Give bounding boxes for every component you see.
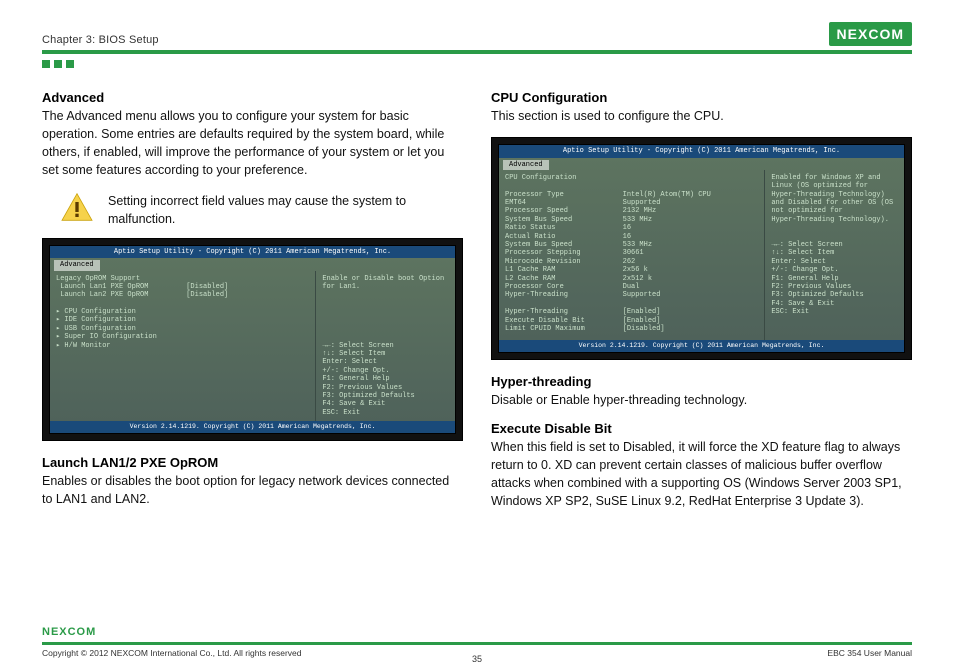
bios2-right-panel: Enabled for Windows XP and Linux (OS opt… — [765, 170, 904, 340]
chapter-label: Chapter 3: BIOS Setup — [42, 34, 159, 46]
main-content: Advanced The Advanced menu allows you to… — [42, 90, 912, 522]
header: Chapter 3: BIOS Setup NEXCOM — [42, 18, 912, 46]
decorative-squares — [42, 60, 912, 68]
footer-rule — [42, 642, 912, 645]
text-advanced: The Advanced menu allows you to configur… — [42, 107, 463, 180]
header-rule — [42, 50, 912, 54]
heading-launch-lan: Launch LAN1/2 PXE OpROM — [42, 455, 463, 470]
bios-screenshot-advanced: Aptio Setup Utility - Copyright (C) 2011… — [42, 238, 463, 441]
text-hyper-threading: Disable or Enable hyper-threading techno… — [491, 391, 912, 409]
bios1-right-panel: Enable or Disable boot Option for Lan1. … — [316, 271, 455, 422]
bios2-tab: Advanced — [503, 160, 549, 170]
heading-cpu-config: CPU Configuration — [491, 90, 912, 105]
bios2-title: Aptio Setup Utility - Copyright (C) 2011… — [499, 145, 904, 157]
left-column: Advanced The Advanced menu allows you to… — [42, 90, 463, 522]
text-execute-disable: When this field is set to Disabled, it w… — [491, 438, 912, 511]
bios2-left-panel: CPU Configuration Processor Type Intel(R… — [499, 170, 765, 340]
warning-text: Setting incorrect field values may cause… — [108, 192, 463, 228]
bios1-title: Aptio Setup Utility - Copyright (C) 2011… — [50, 246, 455, 258]
text-launch-lan: Enables or disables the boot option for … — [42, 472, 463, 508]
bios-screenshot-cpu: Aptio Setup Utility - Copyright (C) 2011… — [491, 137, 912, 360]
page-number: 35 — [42, 654, 912, 664]
page-footer: NEXCOM Copyright © 2012 NEXCOM Internati… — [42, 624, 912, 658]
bios1-footer: Version 2.14.1219. Copyright (C) 2011 Am… — [50, 421, 455, 433]
brand-logo: NEXCOM — [829, 22, 912, 46]
bios1-left-panel: Legacy OpROM Support Launch Lan1 PXE OpR… — [50, 271, 316, 422]
bios1-tab: Advanced — [54, 260, 100, 270]
heading-advanced: Advanced — [42, 90, 463, 105]
footer-logo: NEXCOM — [42, 624, 96, 640]
bios2-footer: Version 2.14.1219. Copyright (C) 2011 Am… — [499, 340, 904, 352]
text-cpu-config: This section is used to configure the CP… — [491, 107, 912, 125]
heading-execute-disable: Execute Disable Bit — [491, 421, 912, 436]
warning-block: Setting incorrect field values may cause… — [60, 192, 463, 228]
heading-hyper-threading: Hyper-threading — [491, 374, 912, 389]
right-column: CPU Configuration This section is used t… — [491, 90, 912, 522]
warning-icon — [60, 192, 94, 222]
